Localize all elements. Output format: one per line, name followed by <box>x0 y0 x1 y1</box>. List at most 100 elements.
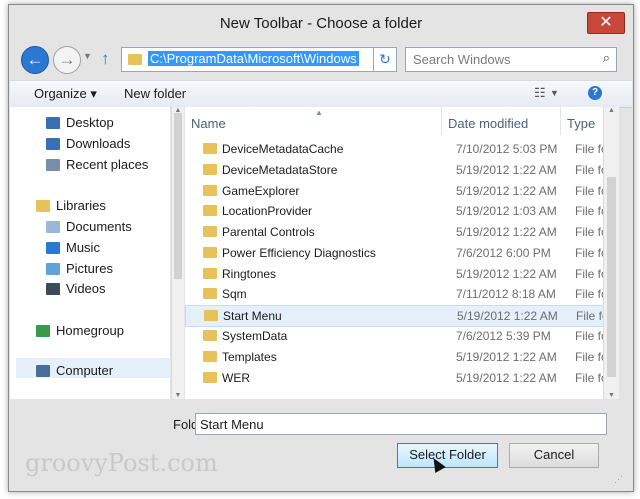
computer-icon <box>36 365 50 377</box>
watermark: groovyPost.com <box>25 449 218 477</box>
file-type: File fol <box>575 184 603 198</box>
recent-places-icon <box>46 159 60 171</box>
file-scrollbar[interactable]: ▲ ▼ <box>603 107 619 399</box>
column-date-label: Date modified <box>448 116 529 131</box>
file-date: 5/19/2012 1:03 AM <box>456 204 557 218</box>
sort-ascending-icon: ▲ <box>315 108 323 117</box>
file-name: WER <box>222 371 250 385</box>
file-row[interactable]: LocationProvider 5/19/2012 1:03 AM File fo… <box>185 201 603 221</box>
nav-item-label: Documents <box>66 219 132 234</box>
nav-item-desktop[interactable]: Desktop <box>46 115 114 130</box>
view-dropdown-icon[interactable]: ▼ <box>550 88 559 98</box>
forward-button[interactable]: → <box>53 46 81 74</box>
nav-item-videos[interactable]: Videos <box>46 281 106 296</box>
file-row[interactable]: Power Efficiency Diagnostics 7/6/2012 6:0… <box>185 243 603 263</box>
file-date: 5/19/2012 1:22 AM <box>456 350 557 364</box>
file-scroll-thumb[interactable] <box>607 177 616 377</box>
close-button[interactable]: ✕ <box>587 12 625 34</box>
file-row[interactable]: Parental Controls 5/19/2012 1:22 AM File f… <box>185 222 603 242</box>
refresh-button[interactable]: ↻ <box>373 47 397 72</box>
address-bar-row: ← → ▼ ↑ C:\ProgramData\Microsoft\Windows… <box>9 43 633 77</box>
back-button[interactable]: ← <box>21 46 49 74</box>
column-header-date[interactable]: Date modified <box>442 107 561 135</box>
folder-icon <box>203 247 217 258</box>
file-name: Parental Controls <box>222 225 315 239</box>
file-row[interactable]: DeviceMetadataStore 5/19/2012 1:22 AM File… <box>185 160 603 180</box>
folder-icon <box>203 330 217 341</box>
search-input[interactable]: Search Windows ⌕ <box>405 47 617 72</box>
folder-icon <box>128 54 142 65</box>
column-header-name[interactable]: Name ▲ <box>185 107 442 135</box>
folder-icon <box>203 164 217 175</box>
file-name: LocationProvider <box>222 204 313 218</box>
nav-scroll-thumb[interactable] <box>174 113 182 279</box>
resize-grip-icon[interactable]: ⋰ <box>614 474 623 485</box>
organize-menu-button[interactable]: Organize ▾ <box>34 86 97 102</box>
libraries-icon <box>36 200 50 212</box>
file-date: 5/19/2012 1:22 AM <box>456 267 557 281</box>
column-header-type[interactable]: Type <box>561 107 603 135</box>
nav-item-downloads[interactable]: Downloads <box>46 136 130 151</box>
column-type-label: Type <box>567 116 596 131</box>
nav-item-computer[interactable]: Computer <box>36 363 113 378</box>
folder-icon <box>203 351 217 362</box>
nav-item-label: Computer <box>56 363 114 378</box>
scroll-down-icon[interactable]: ▼ <box>172 392 184 399</box>
nav-item-recent-places[interactable]: Recent places <box>46 157 148 172</box>
nav-scrollbar[interactable]: ▲ ▼ <box>171 107 184 399</box>
up-folder-button[interactable]: ↑ <box>101 49 110 69</box>
file-name: DeviceMetadataCache <box>222 142 344 156</box>
folder-icon <box>203 143 217 154</box>
nav-item-label: Desktop <box>66 115 114 130</box>
nav-item-libraries[interactable]: Libraries <box>36 198 106 213</box>
navigation-pane: Desktop Downloads Recent places Librarie… <box>10 107 170 399</box>
select-folder-button[interactable]: Select Folder <box>397 443 498 468</box>
cancel-button[interactable]: Cancel <box>509 443 599 468</box>
nav-item-label: Libraries <box>56 198 106 213</box>
nav-item-music[interactable]: Music <box>46 240 100 255</box>
search-icon[interactable]: ⌕ <box>603 50 610 66</box>
window-title: New Toolbar - Choose a folder <box>219 15 423 32</box>
file-name: SystemData <box>222 329 288 343</box>
homegroup-icon <box>36 325 50 337</box>
scroll-up-icon[interactable]: ▲ <box>604 107 619 114</box>
file-name: Templates <box>222 350 277 364</box>
file-row[interactable]: DeviceMetadataCache 7/10/2012 5:03 PM File… <box>185 139 603 159</box>
nav-item-homegroup[interactable]: Homegroup <box>36 323 124 338</box>
file-row[interactable]: Templates 5/19/2012 1:22 AM File fol <box>185 347 603 367</box>
nav-item-pictures[interactable]: Pictures <box>46 261 113 276</box>
file-row[interactable]: WER 5/19/2012 1:22 AM File fol <box>185 368 603 388</box>
address-path[interactable]: C:\ProgramData\Microsoft\Windows <box>148 51 359 66</box>
file-name: GameExplorer <box>222 184 300 198</box>
help-icon[interactable]: ? <box>588 86 602 100</box>
folder-icon <box>203 205 217 216</box>
nav-item-documents[interactable]: Documents <box>46 219 132 234</box>
music-icon <box>46 242 60 254</box>
file-row[interactable]: Ringtones 5/19/2012 1:22 AM File fol <box>185 264 603 284</box>
file-row[interactable]: SystemData 7/6/2012 5:39 PM File fol <box>185 326 603 346</box>
file-date: 5/19/2012 1:22 AM <box>456 225 557 239</box>
file-name: DeviceMetadataStore <box>222 163 338 177</box>
address-field[interactable]: C:\ProgramData\Microsoft\Windows ▼ <box>121 47 460 72</box>
recent-locations-dropdown-icon[interactable]: ▼ <box>83 51 92 61</box>
new-folder-button[interactable]: New folder <box>124 86 186 101</box>
column-name-label: Name <box>191 116 226 131</box>
file-type: File fol <box>575 329 603 343</box>
search-placeholder: Search Windows <box>413 52 511 67</box>
title-bar[interactable]: New Toolbar - Choose a folder ✕ <box>9 5 633 41</box>
folder-name-field[interactable]: Start Menu <box>195 413 607 435</box>
file-name: Sqm <box>222 287 247 301</box>
scroll-down-icon[interactable]: ▼ <box>604 392 619 399</box>
file-name: Power Efficiency Diagnostics <box>222 246 376 260</box>
file-type: File fol <box>576 309 603 323</box>
nav-item-label: Downloads <box>66 136 131 151</box>
file-row-selected[interactable]: Start Menu 5/19/2012 1:22 AM File fol <box>185 305 603 327</box>
downloads-icon <box>46 138 60 150</box>
file-type: File fol <box>575 350 603 364</box>
file-row[interactable]: Sqm 7/11/2012 8:18 AM File fol <box>185 284 603 304</box>
view-options-icon[interactable]: ☷ <box>534 85 546 101</box>
file-date: 5/19/2012 1:22 AM <box>457 309 558 323</box>
file-row[interactable]: GameExplorer 5/19/2012 1:22 AM File fol <box>185 181 603 201</box>
file-type: File fol <box>575 142 603 156</box>
file-date: 7/10/2012 5:03 PM <box>456 142 558 156</box>
